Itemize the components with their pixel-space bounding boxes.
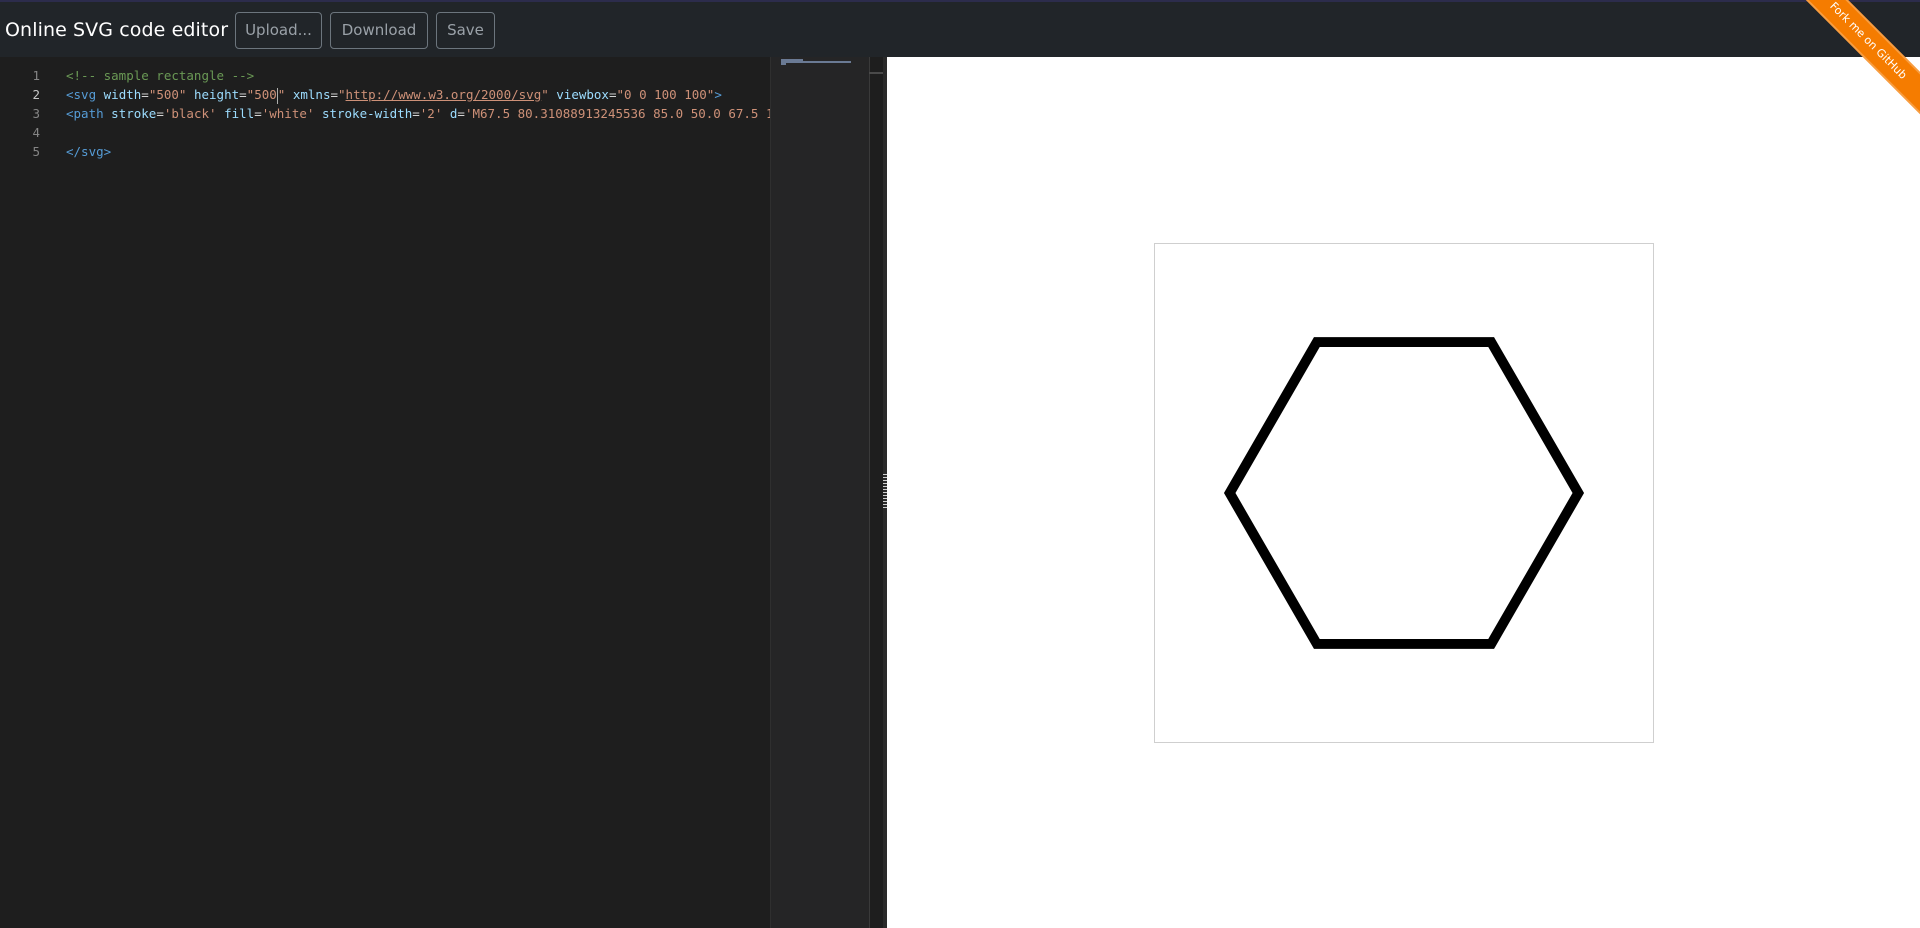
github-ribbon-container: Fork me on GitHub [1785, 0, 1920, 135]
code-string: 'M67.5 80.31088913245536 85.0 50.0 67.5 … [464, 106, 770, 121]
code-editor[interactable]: 1 2 3 4 5 <!-- sample rectangle --> <svg… [0, 57, 885, 928]
code-attr: stroke-width [321, 106, 413, 121]
line-number-gutter: 1 2 3 4 5 [0, 57, 58, 928]
code-attr: viewbox [556, 87, 609, 102]
app-title: Online SVG code editor [5, 19, 229, 41]
editor-scrollbar-thumb[interactable] [869, 72, 883, 74]
code-comment: <!-- sample rectangle --> [66, 68, 255, 83]
download-button[interactable]: Download [330, 12, 428, 49]
line-number: 3 [32, 106, 40, 121]
minimap-line [781, 63, 786, 65]
minimap[interactable] [770, 57, 870, 928]
fork-on-github-ribbon[interactable]: Fork me on GitHub [1786, 0, 1920, 123]
code-tag: <path [66, 106, 104, 121]
code-attr: stroke [111, 106, 157, 121]
hexagon-shape [1223, 337, 1585, 649]
svg-preview-canvas [1154, 243, 1654, 743]
code-string: " [338, 87, 346, 102]
save-button[interactable]: Save [436, 12, 495, 49]
code-attr: height [193, 87, 240, 102]
code-string: " [541, 87, 549, 102]
code-line-3[interactable]: <path stroke='black' fill='white' stroke… [66, 104, 770, 123]
code-string: "500" [148, 87, 187, 102]
code-attr: d [449, 106, 458, 121]
line-number: 4 [32, 125, 40, 140]
code-string: 'white' [261, 106, 315, 121]
upload-button[interactable]: Upload... [235, 12, 322, 49]
code-line-2[interactable]: <svg width="500" height="500" xmlns="htt… [66, 85, 722, 104]
line-number-active: 2 [32, 87, 40, 102]
code-attr: xmlns [292, 87, 331, 102]
code-area[interactable]: <!-- sample rectangle --> <svg width="50… [66, 57, 770, 928]
code-link[interactable]: http://www.w3.org/2000/svg [346, 87, 542, 102]
code-string: 'black' [163, 106, 217, 121]
code-string: "0 0 100 100" [616, 87, 715, 102]
line-number: 1 [32, 68, 40, 83]
code-line-1[interactable]: <!-- sample rectangle --> [66, 66, 254, 85]
code-attr: width [103, 87, 142, 102]
code-tag: <svg [66, 87, 97, 102]
code-tag: </svg> [66, 144, 112, 159]
minimap-line [781, 61, 851, 63]
editor-scrollbar[interactable] [869, 57, 883, 928]
code-string: '2' [419, 106, 443, 121]
code-string: "500 [246, 87, 277, 102]
line-number: 5 [32, 144, 40, 159]
code-tag: > [714, 87, 722, 102]
hexagon-preview [1223, 337, 1585, 649]
code-string: " [277, 87, 286, 102]
code-line-5[interactable]: </svg> [66, 142, 111, 161]
code-attr: fill [224, 106, 255, 121]
navbar: Online SVG code editor Upload... Downloa… [0, 2, 1920, 57]
